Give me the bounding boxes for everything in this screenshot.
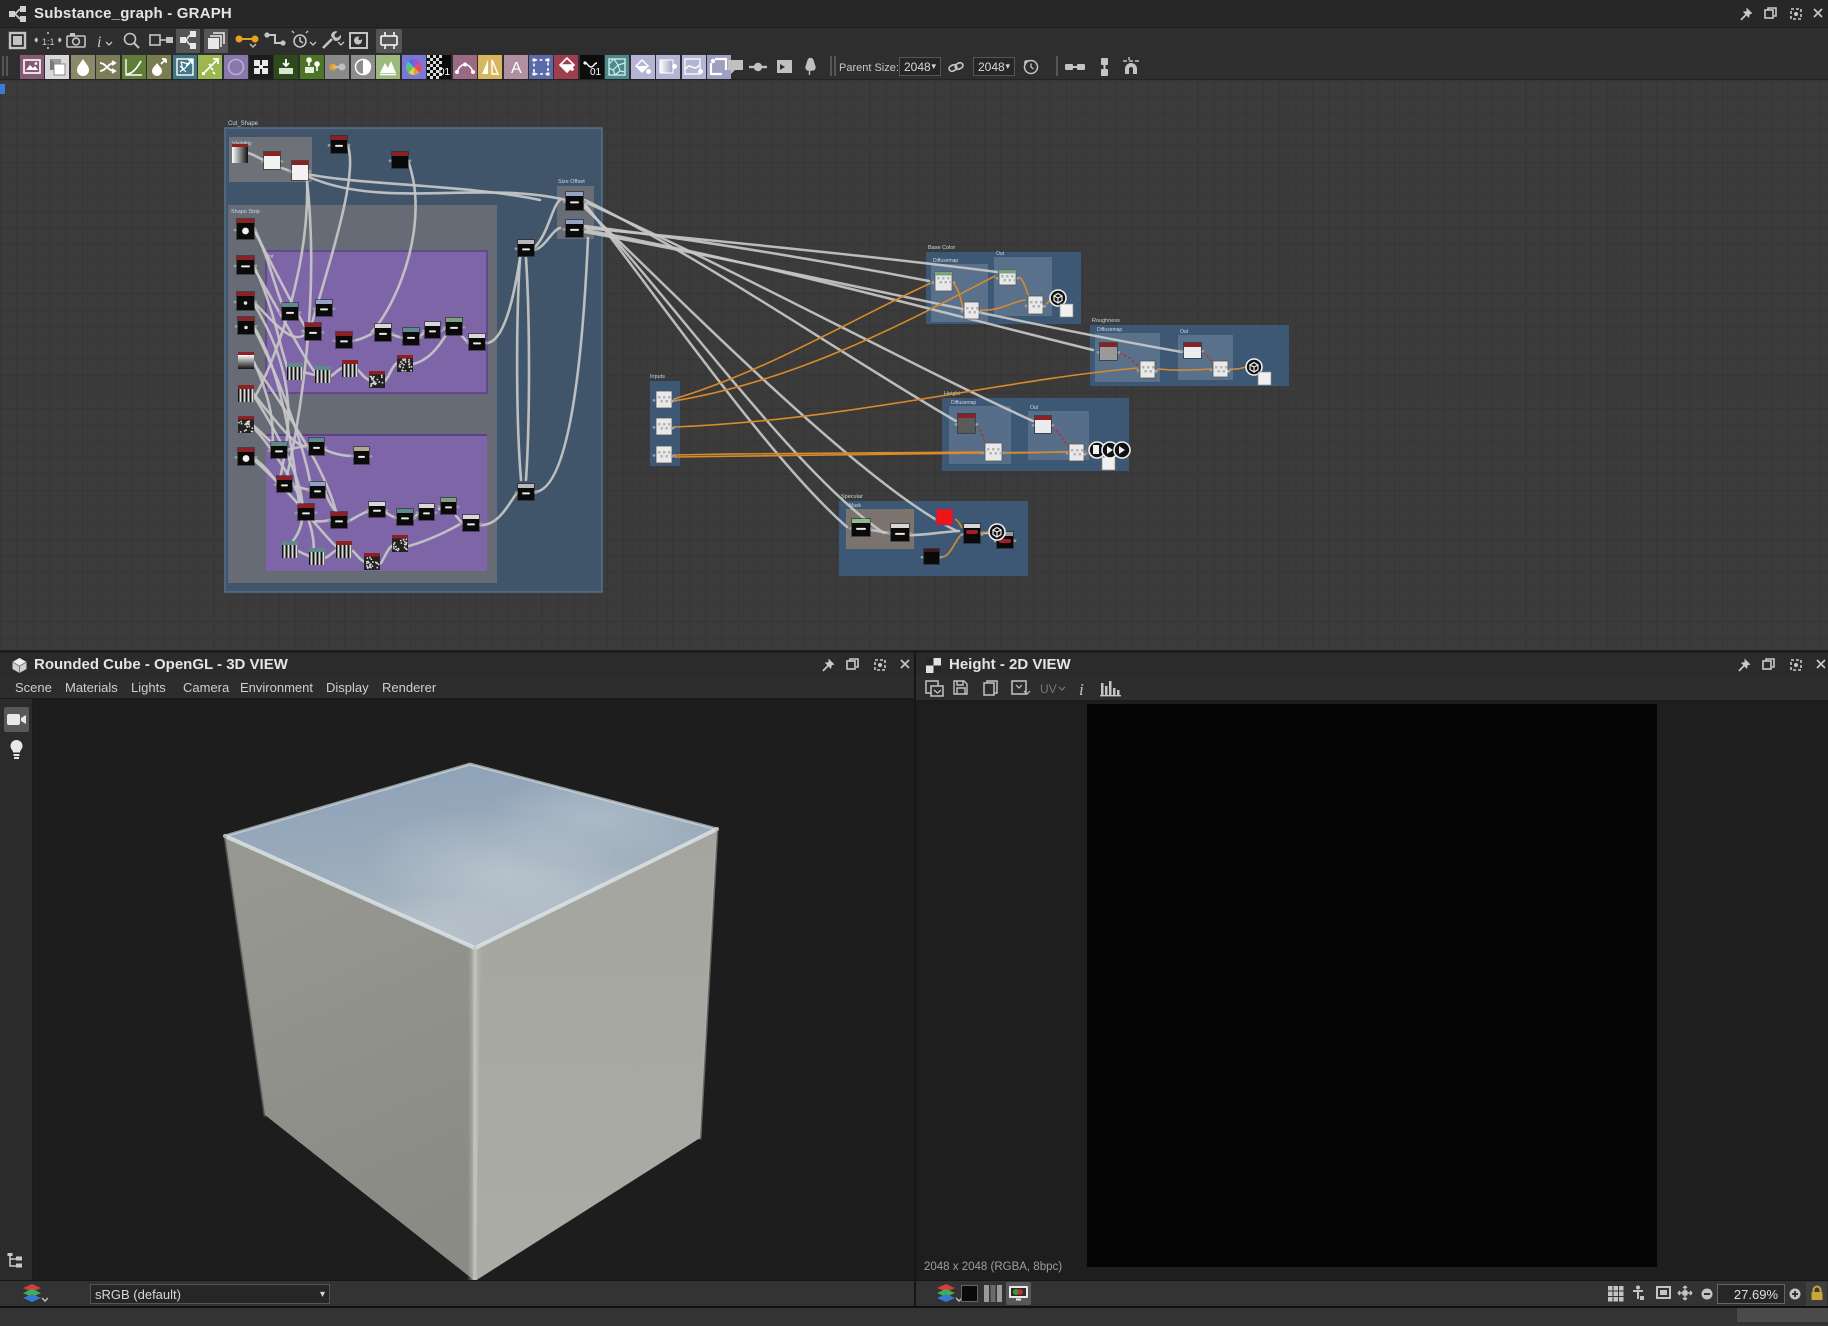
svg-text:Out: Out xyxy=(1180,329,1189,335)
svg-text:Specular: Specular xyxy=(841,494,863,500)
svg-text:A: A xyxy=(511,60,522,77)
svg-text:i: i xyxy=(1079,680,1084,699)
svg-text:Diffusemap: Diffusemap xyxy=(933,258,958,264)
svg-text:1:1: 1:1 xyxy=(42,37,55,47)
svg-text:Out: Out xyxy=(996,251,1005,257)
svg-text:UV: UV xyxy=(1040,682,1057,696)
svg-text:01: 01 xyxy=(439,67,451,78)
svg-text:Size Offset: Size Offset xyxy=(558,179,585,185)
svg-text:i: i xyxy=(97,34,101,51)
svg-text:Base Color: Base Color xyxy=(928,245,955,251)
svg-text:Cut_Shape: Cut_Shape xyxy=(228,121,259,127)
svg-text:Diffusemap: Diffusemap xyxy=(951,400,976,406)
svg-text:Roughness: Roughness xyxy=(1092,318,1120,324)
svg-text:Diffusemap: Diffusemap xyxy=(1097,327,1122,333)
svg-text:Inputs: Inputs xyxy=(650,374,665,380)
svg-text:01: 01 xyxy=(590,67,602,78)
svg-text:Out: Out xyxy=(1030,405,1039,411)
svg-text:Shape Strip: Shape Strip xyxy=(231,209,260,215)
